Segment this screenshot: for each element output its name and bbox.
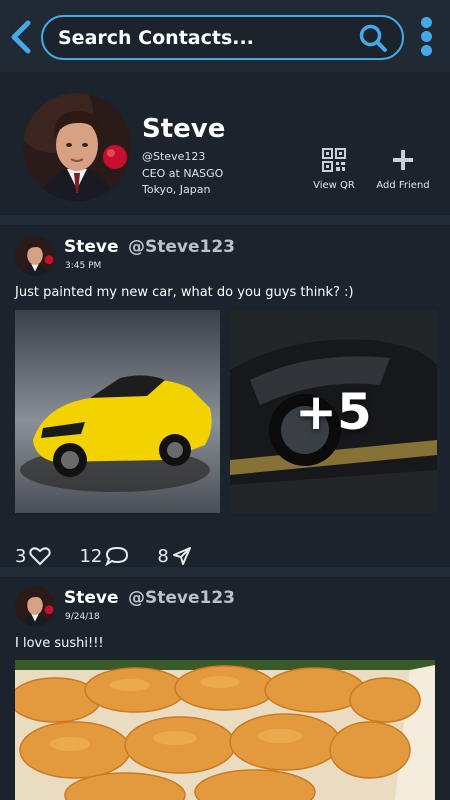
profile-avatar[interactable] [23, 93, 131, 201]
like-count: 3 [15, 545, 27, 567]
paper-plane-icon [172, 547, 191, 565]
chat-bubble-icon [105, 546, 129, 566]
profile-location: Tokyo, Japan [142, 183, 211, 196]
top-bar: Search Contacts... [0, 0, 450, 72]
view-qr-label: View QR [313, 180, 355, 191]
more-options-icon[interactable] [418, 17, 434, 59]
profile-name: Steve [142, 114, 226, 144]
search-icon[interactable] [358, 23, 388, 53]
comment-count: 12 [79, 545, 103, 567]
post-card: Steve @Steve123 9/24/18 I love sushi!!! [0, 577, 450, 800]
like-button[interactable]: 3 [15, 545, 52, 567]
profile-title: CEO at NASGO [142, 167, 224, 180]
comment-button[interactable]: 12 [79, 546, 129, 567]
post-author-handle[interactable]: @Steve123 [128, 237, 235, 257]
profile-header: Steve @Steve123 CEO at NASGO Tokyo, Japa… [0, 72, 450, 215]
add-friend-button[interactable]: Add Friend [368, 148, 438, 191]
post-photo-black-car[interactable]: +5 [230, 310, 437, 513]
post-photo-sushi[interactable] [15, 660, 435, 800]
post-author-handle[interactable]: @Steve123 [128, 588, 235, 608]
post-text: Just painted my new car, what do you guy… [15, 285, 354, 300]
post-author-name[interactable]: Steve [64, 237, 119, 257]
share-count: 8 [157, 545, 169, 567]
section-divider [0, 567, 450, 577]
search-contacts-field[interactable]: Search Contacts... [41, 15, 404, 60]
search-placeholder: Search Contacts... [58, 27, 254, 49]
section-divider [0, 215, 450, 225]
profile-handle: @Steve123 [142, 150, 206, 163]
post-photo-yellow-car[interactable] [15, 310, 220, 513]
post-text: I love sushi!!! [15, 636, 104, 651]
back-chevron-icon[interactable] [8, 20, 34, 54]
add-friend-label: Add Friend [376, 180, 430, 191]
post-card: Steve @Steve123 3:45 PM Just painted my … [0, 225, 450, 567]
post-timestamp: 3:45 PM [65, 261, 102, 271]
view-qr-button[interactable]: View QR [299, 148, 369, 191]
post-avatar[interactable] [15, 586, 55, 626]
heart-icon [29, 547, 52, 566]
plus-icon [393, 150, 413, 170]
more-photos-count[interactable]: +5 [230, 310, 437, 513]
post-author-name[interactable]: Steve [64, 588, 119, 608]
post-stats: 3 12 8 [15, 543, 220, 569]
post-avatar[interactable] [15, 236, 55, 276]
share-button[interactable]: 8 [157, 546, 191, 567]
post-timestamp: 9/24/18 [65, 612, 100, 622]
qr-code-icon [322, 148, 346, 172]
